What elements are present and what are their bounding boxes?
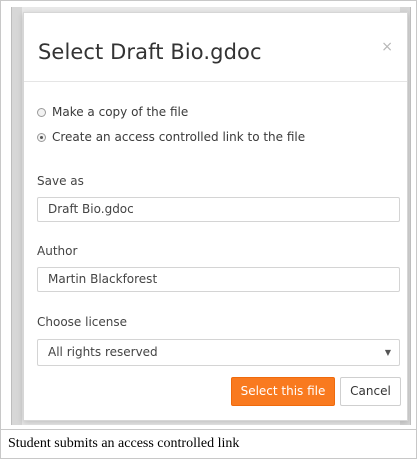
backdrop-left [12,7,22,425]
figure-frame: Select Draft Bio.gdoc × Make a copy of t… [0,0,417,459]
author-field[interactable]: Martin Blackforest [37,267,400,292]
save-as-label: Save as [37,174,84,188]
license-label: Choose license [37,315,128,329]
figure-caption: Student submits an access controlled lin… [8,436,240,451]
screenshot-area: Select Draft Bio.gdoc × Make a copy of t… [11,7,411,425]
save-as-field[interactable]: Draft Bio.gdoc [37,197,400,222]
option-access-link[interactable]: Create an access controlled link to the … [37,130,305,144]
caption-divider [1,429,416,430]
radio-button[interactable] [37,132,46,142]
license-selected-value: All rights reserved [48,345,158,359]
file-picker-dialog: Select Draft Bio.gdoc × Make a copy of t… [23,12,408,421]
option-make-copy[interactable]: Make a copy of the file [37,105,188,119]
author-label: Author [37,244,78,258]
option-label: Create an access controlled link to the … [52,130,306,144]
license-select[interactable]: All rights reserved ▼ [37,339,400,366]
option-label: Make a copy of the file [52,105,189,119]
close-icon[interactable]: × [381,39,393,55]
chevron-down-icon: ▼ [384,348,391,357]
dialog-title: Select Draft Bio.gdoc [38,40,262,64]
cancel-button[interactable]: Cancel [340,377,401,406]
select-file-button[interactable]: Select this file [231,377,335,406]
radio-button[interactable] [37,107,46,117]
dialog-header: Select Draft Bio.gdoc × [24,13,407,82]
